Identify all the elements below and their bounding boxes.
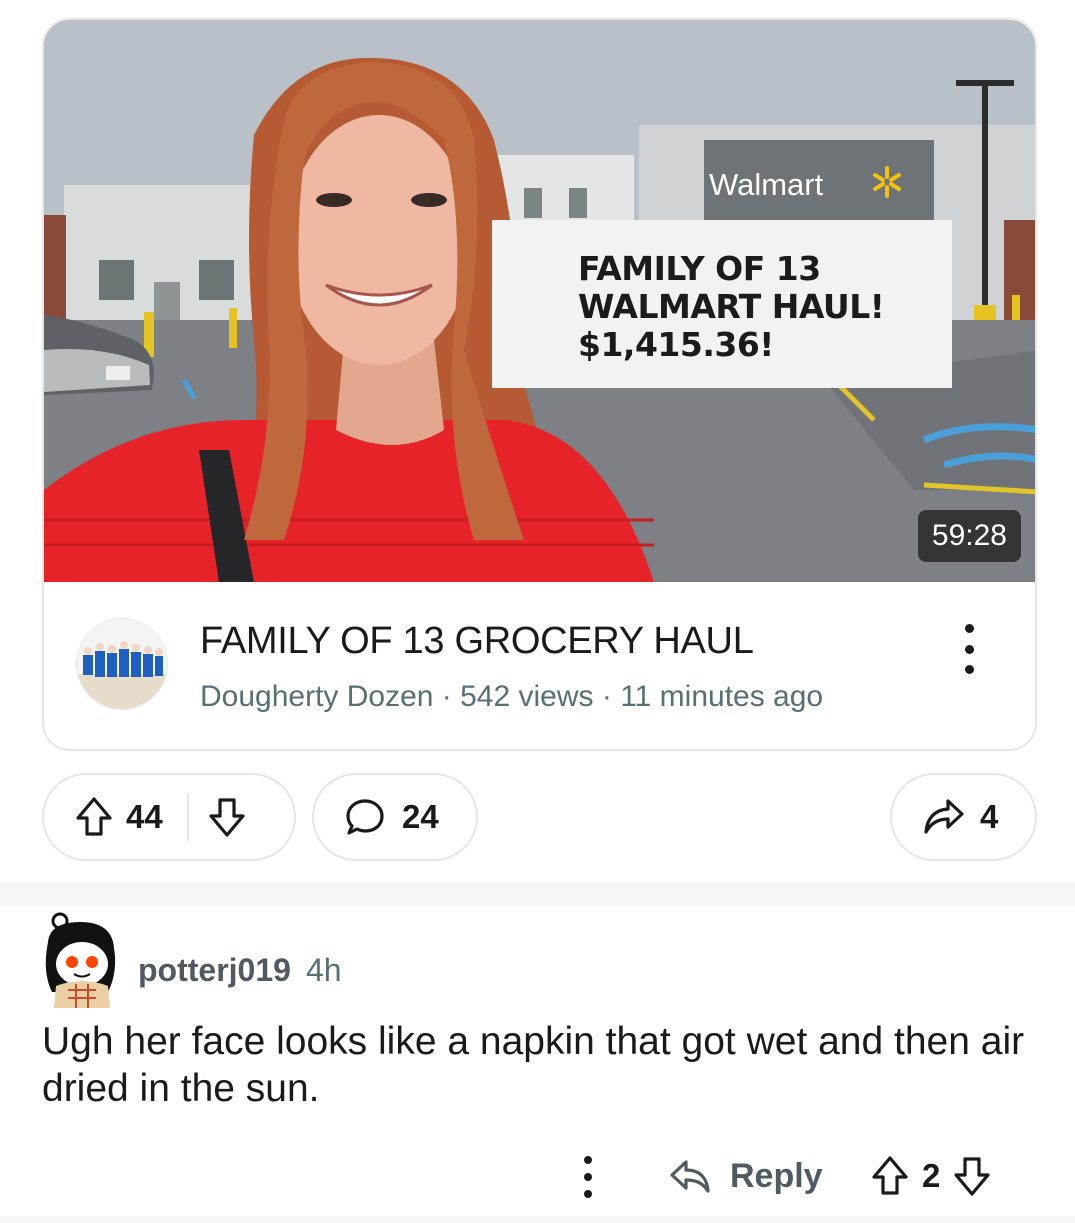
video-duration-badge: 59:28 (917, 510, 1021, 562)
upvote-icon[interactable] (74, 796, 114, 838)
vote-divider (186, 793, 189, 841)
comment-downvote-icon[interactable] (952, 1155, 992, 1197)
comment-username[interactable]: potterj019 (138, 952, 291, 989)
downvote-icon[interactable] (207, 796, 247, 838)
video-title[interactable]: FAMILY OF 13 GROCERY HAUL (200, 620, 754, 663)
bottom-separator (0, 1216, 1075, 1223)
comments-button[interactable]: 24 (312, 773, 478, 861)
comment-body: Ugh her face looks like a napkin that go… (42, 1020, 1025, 1110)
share-button[interactable]: 4 (890, 773, 1037, 861)
overlay-line-3: $1,415.36! (578, 325, 774, 364)
section-separator (0, 882, 1075, 906)
share-icon (924, 799, 964, 834)
reply-button[interactable]: Reply (668, 1148, 823, 1204)
comment-count: 24 (402, 798, 439, 835)
comment-vote-bar: 2 (870, 1148, 992, 1204)
video-thumbnail[interactable]: Walmart FAMILY OF 13 WALMART HAUL! $1,41… (44, 20, 1035, 582)
upvote-count: 44 (126, 798, 163, 835)
video-card[interactable]: Walmart FAMILY OF 13 WALMART HAUL! $1,41… (42, 18, 1037, 751)
channel-avatar[interactable] (76, 618, 168, 710)
comment-upvote-icon[interactable] (870, 1155, 910, 1197)
video-subtitle: Dougherty Dozen · 542 views · 11 minutes… (200, 680, 824, 713)
more-icon[interactable] (949, 624, 989, 674)
store-sign-text: Walmart (709, 167, 824, 202)
reply-label: Reply (730, 1156, 823, 1195)
comment-more-icon[interactable] (578, 1156, 598, 1198)
comment-icon (346, 799, 384, 835)
video-meta: FAMILY OF 13 GROCERY HAUL Dougherty Doze… (44, 582, 1035, 749)
comment-timestamp: 4h (306, 952, 342, 988)
commenter-avatar[interactable] (38, 912, 122, 1008)
thumbnail-title-overlay: FAMILY OF 13 WALMART HAUL! $1,415.36! (492, 220, 952, 388)
reply-icon (670, 1160, 710, 1193)
share-count: 4 (980, 798, 999, 835)
comment-score: 2 (922, 1157, 941, 1194)
vote-bar: 44 (42, 773, 296, 861)
overlay-line-2: WALMART HAUL! (578, 287, 885, 326)
overlay-line-1: FAMILY OF 13 (578, 249, 821, 288)
